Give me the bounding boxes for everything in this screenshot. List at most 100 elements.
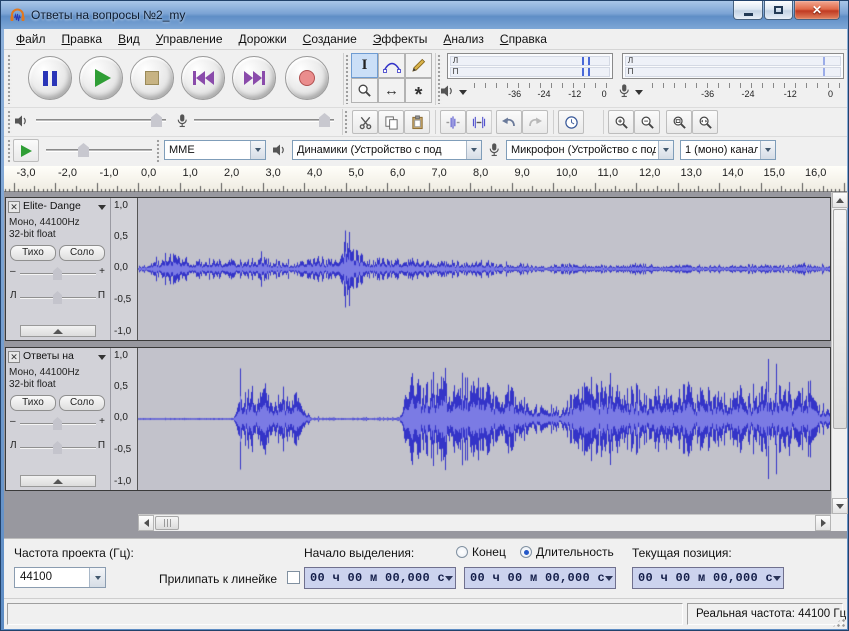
timeline-ruler[interactable]: -3,0-2,0-1,00,01,02,03,04,05,06,07,08,09… — [4, 166, 847, 192]
solo-button[interactable]: Соло — [59, 395, 105, 411]
dropdown-button[interactable] — [658, 141, 673, 159]
envelope-tool-button[interactable] — [378, 53, 405, 78]
scroll-down-button[interactable] — [832, 498, 848, 514]
scroll-left-button[interactable] — [138, 515, 154, 531]
horizontal-scrollbar[interactable] — [138, 514, 831, 531]
radio-length[interactable]: Длительность — [520, 545, 614, 559]
menu-analyze[interactable]: Анализ — [435, 30, 492, 49]
track-2-vertical-ruler[interactable]: 1,0 0,5 0,0 -0,5 -1,0 — [110, 348, 138, 490]
redo-button[interactable] — [522, 110, 548, 134]
selection-start-field[interactable]: 00 ч 00 м 00,000 с — [304, 567, 456, 589]
project-rate-combobox[interactable]: 44100 — [14, 567, 106, 588]
pan-slider[interactable] — [20, 290, 96, 306]
pan-thumb[interactable] — [53, 291, 62, 304]
track-1-waveform[interactable] — [138, 198, 830, 340]
track-1-vertical-ruler[interactable]: 1,0 0,5 0,0 -0,5 -1,0 — [110, 198, 138, 340]
dropdown-button[interactable] — [466, 141, 481, 159]
input-volume-slider[interactable] — [194, 111, 334, 129]
track-2-control-panel[interactable]: ✕ Ответы на Моно, 44100Hz 32-bit float Т… — [6, 348, 110, 490]
tools-toolbar-grip[interactable] — [345, 54, 350, 104]
menu-edit[interactable]: Правка — [54, 30, 111, 49]
skip-to-end-button[interactable] — [232, 56, 276, 100]
cut-button[interactable] — [352, 110, 378, 134]
multi-tool-button[interactable]: * — [405, 78, 432, 103]
close-button[interactable]: ✕ — [794, 1, 840, 20]
input-device-dropdown[interactable]: Микрофон (Устройство с под — [506, 140, 674, 160]
scroll-right-button[interactable] — [815, 515, 831, 531]
menu-generate[interactable]: Создание — [295, 30, 365, 49]
fit-project-button[interactable] — [692, 110, 718, 134]
playback-speed-slider[interactable] — [46, 141, 152, 159]
position-field[interactable]: 00 ч 00 м 00,000 с — [632, 567, 784, 589]
transport-toolbar-grip[interactable] — [7, 54, 12, 104]
meter-dropdown-icon[interactable] — [459, 90, 467, 95]
copy-button[interactable] — [378, 110, 404, 134]
skip-to-start-button[interactable] — [181, 56, 225, 100]
output-device-dropdown[interactable]: Динамики (Устройство с под — [292, 140, 482, 160]
menu-help[interactable]: Справка — [492, 30, 555, 49]
track-collapse-button[interactable] — [20, 475, 96, 487]
gain-slider[interactable] — [20, 266, 96, 282]
timeshift-tool-button[interactable]: ↔ — [378, 78, 405, 103]
dropdown-button[interactable] — [250, 141, 265, 159]
track-title-menu[interactable]: Elite- Dange — [23, 200, 107, 214]
menu-effects[interactable]: Эффекты — [365, 30, 436, 49]
device-toolbar-grip[interactable] — [156, 139, 161, 163]
timer-button[interactable] — [558, 110, 584, 134]
menu-view[interactable]: Вид — [110, 30, 148, 49]
stop-button[interactable] — [130, 56, 174, 100]
chevron-down-icon[interactable] — [773, 576, 781, 581]
gain-thumb[interactable] — [53, 417, 62, 430]
zoom-tool-button[interactable] — [351, 78, 378, 103]
gain-thumb[interactable] — [53, 267, 62, 280]
draw-tool-button[interactable] — [405, 53, 432, 78]
meter-dropdown-icon[interactable] — [635, 90, 643, 95]
pan-thumb[interactable] — [53, 441, 62, 454]
mute-button[interactable]: Тихо — [10, 395, 56, 411]
paste-button[interactable] — [404, 110, 430, 134]
snap-to-checkbox[interactable] — [287, 571, 300, 584]
selection-tool-button[interactable]: I — [351, 53, 378, 78]
track-close-button[interactable]: ✕ — [8, 201, 20, 213]
input-volume-thumb[interactable] — [319, 113, 330, 127]
dropdown-button[interactable] — [760, 141, 775, 159]
chevron-down-icon[interactable] — [445, 576, 453, 581]
silence-audio-button[interactable] — [466, 110, 492, 134]
mixer-toolbar-grip[interactable] — [7, 110, 12, 134]
playback-speed-thumb[interactable] — [78, 143, 89, 157]
selection-length-field[interactable]: 00 ч 00 м 00,000 с — [464, 567, 616, 589]
trim-audio-button[interactable] — [440, 110, 466, 134]
record-button[interactable] — [285, 56, 329, 100]
menu-tracks[interactable]: Дорожки — [231, 30, 295, 49]
menu-transport[interactable]: Управление — [148, 30, 231, 49]
track-close-button[interactable]: ✕ — [8, 351, 20, 363]
gain-slider[interactable] — [20, 416, 96, 432]
titlebar[interactable]: Ответы на вопросы №2_my ✕ — [1, 1, 848, 29]
play-button[interactable] — [79, 56, 123, 100]
output-volume-slider[interactable] — [36, 111, 166, 129]
scroll-up-button[interactable] — [832, 192, 848, 208]
output-volume-thumb[interactable] — [151, 113, 162, 127]
chevron-down-icon[interactable] — [605, 576, 613, 581]
radio-end[interactable]: Конец — [456, 545, 506, 559]
track-1-control-panel[interactable]: ✕ Elite- Dange Моно, 44100Hz 32-bit floa… — [6, 198, 110, 340]
edit-toolbar-grip[interactable] — [344, 110, 349, 134]
undo-button[interactable] — [496, 110, 522, 134]
recording-meter[interactable]: Л П — [622, 53, 844, 79]
fit-selection-button[interactable] — [666, 110, 692, 134]
audio-host-dropdown[interactable]: MME — [164, 140, 266, 160]
horizontal-scroll-thumb[interactable] — [155, 516, 179, 530]
vertical-scrollbar[interactable] — [831, 192, 847, 514]
vertical-scroll-thumb[interactable] — [833, 209, 847, 429]
playback-meter[interactable]: Л П — [447, 53, 613, 79]
transcription-toolbar-grip[interactable] — [7, 139, 12, 163]
track-collapse-button[interactable] — [20, 325, 96, 337]
pan-slider[interactable] — [20, 440, 96, 456]
maximize-button[interactable] — [764, 1, 793, 20]
minimize-button[interactable] — [733, 1, 763, 20]
play-at-speed-button[interactable] — [13, 139, 39, 162]
zoom-out-button[interactable] — [634, 110, 660, 134]
input-channels-dropdown[interactable]: 1 (моно) канал за — [680, 140, 776, 160]
track-title-menu[interactable]: Ответы на — [23, 350, 107, 364]
zoom-in-button[interactable] — [608, 110, 634, 134]
